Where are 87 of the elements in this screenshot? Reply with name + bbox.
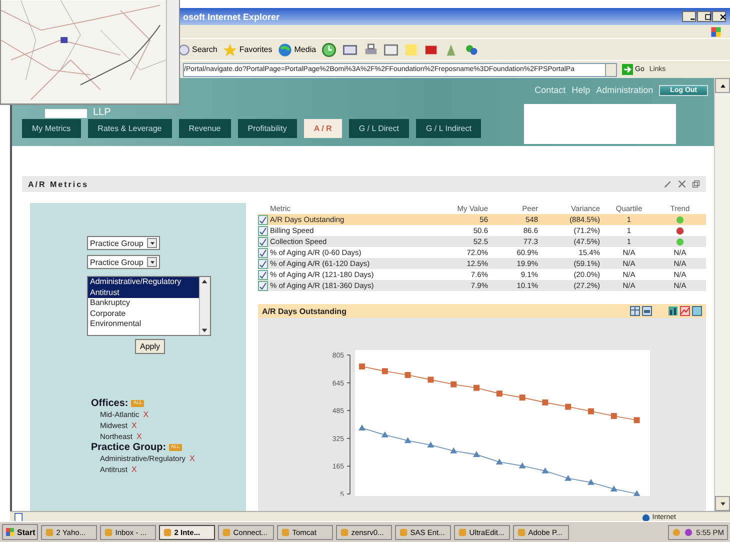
scroll-down-icon bbox=[718, 500, 726, 508]
close-icon bbox=[678, 180, 686, 188]
app-icon bbox=[517, 528, 526, 536]
filter-group-title: Offices: bbox=[91, 398, 128, 409]
maximize-icon bbox=[704, 13, 712, 21]
start-button[interactable]: Start bbox=[2, 524, 38, 540]
nav-tab[interactable]: My Metrics bbox=[22, 119, 81, 138]
note-icon bbox=[404, 42, 418, 56]
toolbar-button[interactable]: Media bbox=[278, 42, 316, 56]
export-icon bbox=[692, 306, 702, 316]
triangle-marker bbox=[633, 490, 640, 496]
windows-flag-icon bbox=[710, 26, 722, 38]
triangle-marker bbox=[404, 437, 412, 444]
list-item[interactable]: Bankruptcy bbox=[88, 298, 199, 308]
close-icon bbox=[719, 13, 727, 21]
pencil-icon bbox=[664, 180, 672, 188]
triangle-marker bbox=[496, 458, 503, 465]
app-icon bbox=[281, 528, 290, 536]
mail-icon bbox=[342, 42, 358, 56]
close-button[interactable] bbox=[712, 11, 726, 22]
nav-tab[interactable]: G / L Direct bbox=[348, 119, 409, 138]
portlet-title: A/R Metrics bbox=[28, 180, 89, 188]
dropdown[interactable]: Practice Group bbox=[87, 236, 160, 250]
table-icon bbox=[630, 306, 640, 316]
nav-tab[interactable]: Rates & Leverage bbox=[88, 119, 172, 138]
app-icon bbox=[399, 528, 408, 536]
history-icon bbox=[322, 42, 336, 56]
app-icon bbox=[45, 528, 54, 536]
star-icon bbox=[223, 42, 238, 56]
maximize-button[interactable] bbox=[697, 11, 711, 22]
nav-tab[interactable]: Profitability bbox=[238, 119, 297, 138]
triangle-marker bbox=[518, 462, 526, 468]
triangle-marker bbox=[450, 447, 458, 454]
logo-block bbox=[45, 109, 87, 118]
triangle-marker bbox=[358, 424, 366, 430]
toolbar-button[interactable]: Search bbox=[178, 44, 218, 56]
map-vertical-scrollbar[interactable] bbox=[166, 0, 179, 103]
dropdown-arrow-icon bbox=[148, 258, 156, 266]
map-horizontal-scrollbar[interactable] bbox=[1, 103, 179, 104]
triangle-marker bbox=[610, 485, 618, 492]
line-chart-icon bbox=[680, 306, 690, 316]
app-icon bbox=[104, 528, 114, 536]
triangle-marker bbox=[542, 467, 549, 474]
firm-name: LLP bbox=[93, 107, 111, 118]
globe-icon bbox=[278, 42, 292, 56]
windows-flag-icon bbox=[5, 527, 15, 537]
square-marker bbox=[428, 376, 434, 383]
scroll-up-icon bbox=[718, 82, 726, 90]
go-arrow-icon bbox=[622, 64, 633, 75]
remove-link[interactable]: X bbox=[143, 409, 149, 420]
remove-link[interactable]: X bbox=[189, 453, 195, 464]
list-item[interactable]: Antitrust bbox=[88, 288, 199, 298]
vertical-scrollbar[interactable] bbox=[714, 78, 730, 511]
list-item[interactable]: Environmental bbox=[88, 319, 199, 330]
chart-title: A/R Days Outstanding bbox=[262, 306, 346, 316]
nav-tab[interactable]: Revenue bbox=[178, 119, 231, 138]
remove-link[interactable]: X bbox=[132, 464, 137, 475]
app-icon bbox=[458, 528, 468, 536]
toolbar-button[interactable]: Favorites bbox=[223, 42, 272, 56]
messenger-icon bbox=[464, 42, 478, 56]
filter-group-title: Practice Group: bbox=[91, 442, 166, 453]
remove-link[interactable]: X bbox=[132, 420, 137, 431]
printer-icon bbox=[642, 306, 652, 316]
scroll-up-icon bbox=[200, 277, 209, 286]
dropdown-arrow-icon bbox=[148, 240, 156, 246]
app-icon bbox=[222, 528, 232, 536]
triangle-marker bbox=[427, 442, 434, 448]
triangle-marker bbox=[588, 478, 594, 485]
globe-icon bbox=[642, 514, 650, 522]
window-title: osoft Internet Explorer bbox=[183, 12, 280, 22]
scroll-down-icon bbox=[200, 326, 209, 335]
nav-tab[interactable]: G / L Indirect bbox=[416, 119, 482, 138]
triangle-marker bbox=[381, 431, 388, 438]
restore-icon bbox=[692, 180, 700, 188]
bar-chart-icon bbox=[668, 306, 678, 316]
triangle-marker bbox=[564, 474, 572, 481]
app-icon bbox=[340, 528, 350, 536]
apply-button[interactable]: Apply bbox=[135, 339, 166, 354]
minimize-button[interactable] bbox=[682, 11, 696, 22]
printer-icon bbox=[364, 42, 378, 56]
list-item[interactable]: Corporate bbox=[88, 308, 199, 319]
dropdown[interactable]: Practice Group bbox=[87, 255, 160, 269]
remove-link[interactable]: X bbox=[136, 431, 142, 442]
list-item[interactable]: Administrative/Regulatory bbox=[88, 277, 199, 288]
window-icon bbox=[384, 42, 398, 56]
app-icon bbox=[163, 528, 172, 536]
triangle-marker bbox=[473, 451, 480, 458]
